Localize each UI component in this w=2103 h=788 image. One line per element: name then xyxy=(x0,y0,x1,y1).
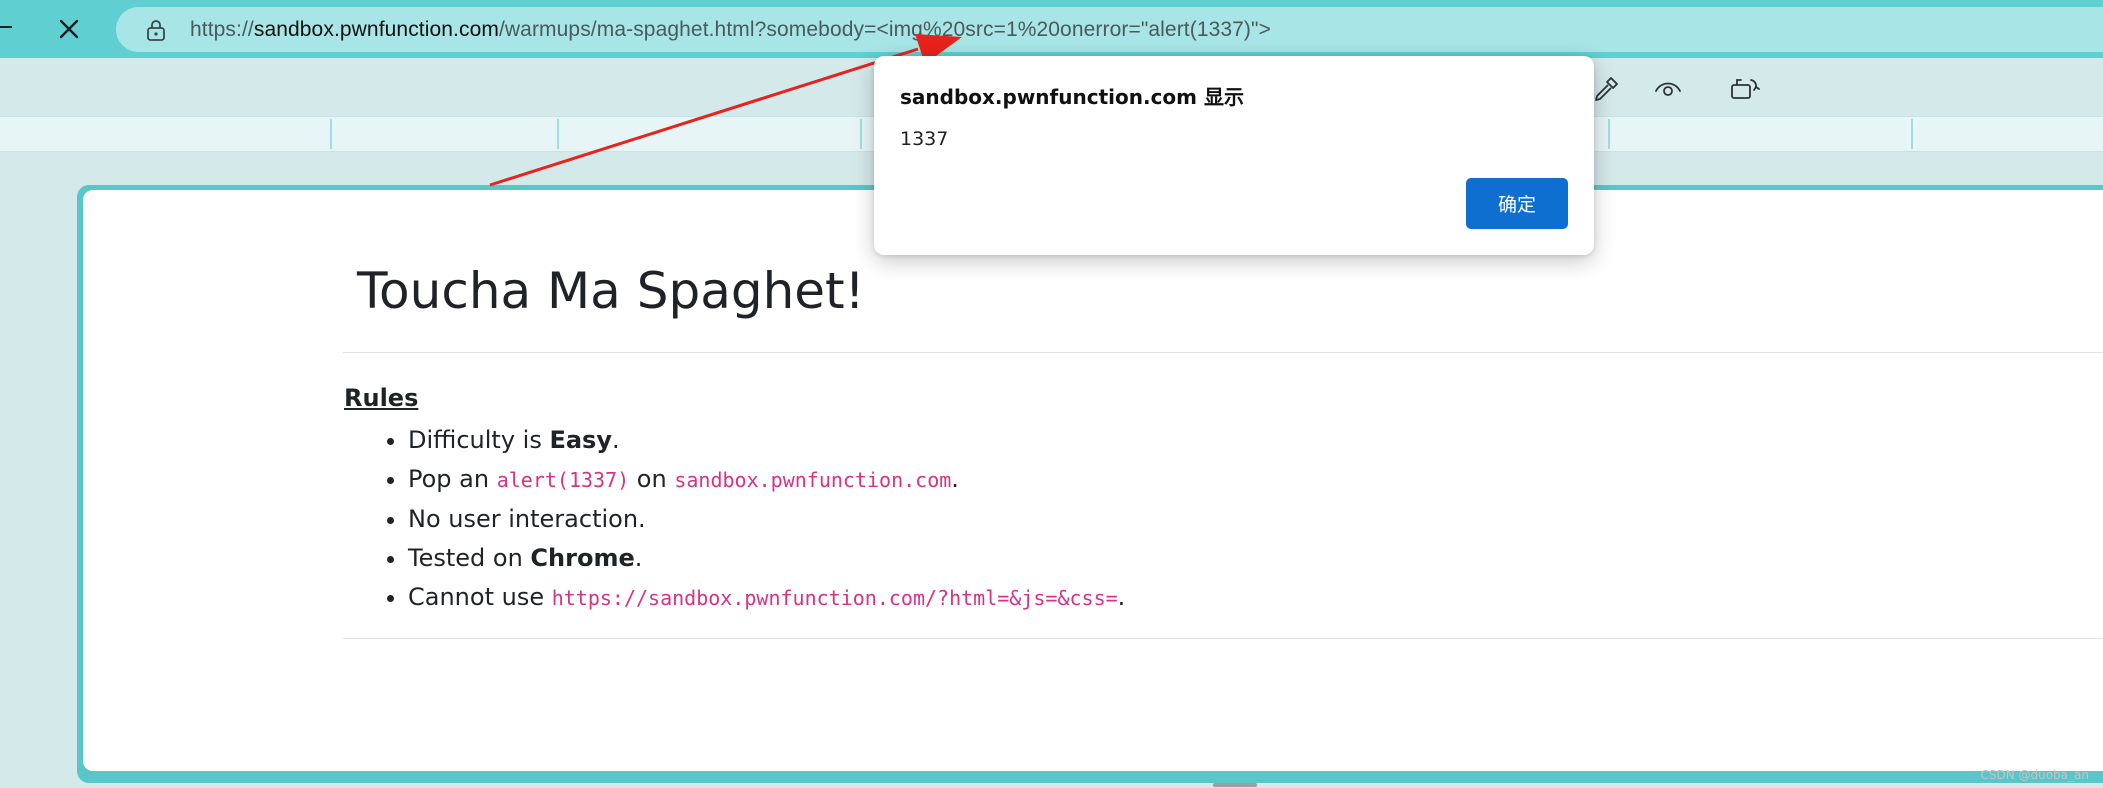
rule-text: on xyxy=(629,465,675,493)
rule-emphasis: Easy xyxy=(549,426,612,454)
rule-text: . xyxy=(612,426,620,454)
rules-list: Difficulty is Easy. Pop an alert(1337) o… xyxy=(381,421,1125,618)
rule-code: alert(1337) xyxy=(496,468,630,492)
url-path: /warmups/ma-spaghet.html?somebody=<img%2… xyxy=(498,17,1271,41)
page-title: Toucha Ma Spaghet! xyxy=(357,262,865,320)
rule-text: . xyxy=(1117,583,1126,611)
url-text[interactable]: https://sandbox.pwnfunction.com/warmups/… xyxy=(190,18,1271,42)
ruler-divider xyxy=(330,119,332,149)
eyedropper-icon[interactable] xyxy=(1589,72,1623,106)
divider xyxy=(343,352,2103,353)
close-icon xyxy=(59,19,79,39)
url-prefix: https:// xyxy=(190,17,254,41)
rule-text: Difficulty is xyxy=(408,426,550,454)
alert-dialog: sandbox.pwnfunction.com 显示 1337 确定 xyxy=(874,56,1594,255)
rule-code: https://sandbox.pwnfunction.com/?html=&j… xyxy=(551,586,1118,610)
ruler-divider xyxy=(557,119,559,149)
address-bar[interactable]: https://sandbox.pwnfunction.com/warmups/… xyxy=(116,7,2103,52)
dialog-title: sandbox.pwnfunction.com 显示 xyxy=(900,85,1244,109)
rule-code: sandbox.pwnfunction.com xyxy=(674,468,952,492)
rule-text: Tested on xyxy=(408,544,531,572)
ruler-divider xyxy=(860,119,862,149)
rule-emphasis: Chrome xyxy=(530,544,635,572)
resize-handle[interactable] xyxy=(1213,783,1257,787)
rule-no-interaction: No user interaction. xyxy=(408,500,1125,539)
eye-icon[interactable] xyxy=(1651,72,1685,106)
rule-text: Cannot use xyxy=(408,583,552,611)
ruler-divider xyxy=(1911,119,1913,149)
browser-top-bar: https://sandbox.pwnfunction.com/warmups/… xyxy=(0,0,2103,58)
url-host: sandbox.pwnfunction.com xyxy=(253,17,499,41)
rule-text: . xyxy=(951,465,959,493)
rule-tested-on: Tested on Chrome. xyxy=(408,539,1125,578)
close-tab-button[interactable] xyxy=(52,12,86,46)
rule-difficulty: Difficulty is Easy. xyxy=(408,421,1125,460)
rule-text: . xyxy=(634,544,643,572)
rule-text: Pop an xyxy=(408,465,497,493)
divider xyxy=(343,638,2103,639)
watermark: CSDN @duoba_an xyxy=(1980,768,2089,782)
rule-pop-alert: Pop an alert(1337) on sandbox.pwnfunctio… xyxy=(408,460,1125,500)
rule-cannot-use: Cannot use https://sandbox.pwnfunction.c… xyxy=(408,578,1125,618)
rules-heading: Rules xyxy=(344,384,419,412)
ruler-divider xyxy=(1608,119,1610,149)
screen-capture-icon[interactable] xyxy=(1728,72,1762,106)
lock-icon[interactable] xyxy=(145,18,167,42)
dialog-message: 1337 xyxy=(900,128,949,150)
minimize-icon[interactable] xyxy=(0,26,12,28)
ok-button[interactable]: 确定 xyxy=(1466,178,1568,229)
